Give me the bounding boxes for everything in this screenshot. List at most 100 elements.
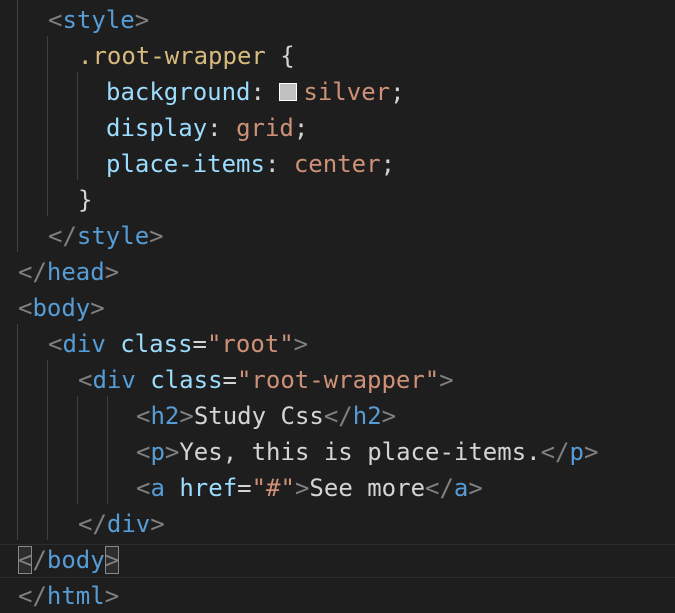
code-token: display	[106, 114, 208, 142]
code-line[interactable]: <style>	[48, 2, 149, 38]
code-token: {	[280, 42, 295, 70]
code-token: </	[323, 402, 353, 430]
code-token: <	[136, 438, 151, 466]
code-line[interactable]: <p>Yes, this is place-items.</p>	[136, 434, 598, 470]
indent-guide	[17, 324, 18, 540]
code-token: </	[78, 510, 107, 538]
code-token: >	[134, 6, 150, 34]
indent-guide	[77, 72, 78, 180]
code-token: div	[106, 510, 151, 538]
code-token: ;	[390, 78, 405, 106]
code-token: >	[149, 222, 164, 250]
code-token: =	[192, 330, 207, 358]
code-line[interactable]: <a href="#">See more</a>	[136, 470, 483, 506]
code-line[interactable]: display: grid;	[106, 110, 308, 146]
code-line[interactable]: }	[78, 182, 92, 218]
code-token: <	[48, 330, 63, 358]
code-token: silver	[303, 78, 391, 106]
code-token: href	[179, 474, 238, 502]
code-token: grid	[236, 114, 294, 142]
code-token: <	[78, 366, 93, 394]
code-line[interactable]: <div class="root">	[48, 326, 308, 362]
code-token: html	[46, 582, 105, 610]
code-token: class	[150, 366, 223, 394]
code-line[interactable]: </body>	[18, 542, 675, 578]
code-token: <	[136, 402, 151, 430]
code-token: >	[468, 474, 483, 502]
code-token: center	[293, 150, 381, 178]
code-token: h2	[352, 402, 382, 430]
code-token: head	[46, 258, 105, 286]
color-swatch-icon[interactable]	[279, 83, 298, 101]
code-token: >	[164, 438, 180, 466]
code-token: "root"	[206, 330, 294, 358]
code-token: >	[294, 474, 310, 502]
code-line[interactable]: place-items: center;	[106, 146, 395, 182]
code-token: place-items	[106, 150, 265, 178]
code-token: >	[90, 294, 105, 322]
indent-guide	[107, 396, 108, 504]
code-line[interactable]: .root-wrapper {	[78, 38, 295, 74]
code-line[interactable]: <div class="root-wrapper">	[78, 362, 454, 398]
code-token: >	[150, 510, 165, 538]
indent-guide	[47, 36, 48, 216]
code-token: </	[18, 582, 47, 610]
code-token: }	[78, 186, 93, 214]
code-line[interactable]: <body>	[18, 290, 105, 326]
code-token: div	[62, 330, 106, 358]
code-token: body	[46, 546, 105, 574]
code-token: :	[207, 114, 237, 142]
code-token: background	[106, 78, 251, 106]
code-token: =	[222, 366, 237, 394]
code-token: div	[92, 366, 136, 394]
code-token: body	[32, 294, 91, 322]
code-token: <	[18, 294, 33, 322]
code-line[interactable]: background: silver;	[106, 74, 405, 110]
code-token: ;	[380, 150, 396, 178]
code-line[interactable]: </style>	[48, 218, 164, 254]
code-token: .root-wrapper	[78, 42, 266, 70]
code-token: >	[381, 402, 397, 430]
code-token: :	[250, 78, 280, 106]
code-token: >	[293, 330, 309, 358]
code-token: style	[76, 222, 150, 250]
code-token: p	[150, 438, 165, 466]
code-token: "root-wrapper"	[236, 366, 440, 394]
code-editor[interactable]: <style> .root-wrapper {background: silver…	[0, 0, 675, 613]
code-token: ;	[293, 114, 309, 142]
code-token: <	[18, 546, 33, 574]
code-token: p	[569, 438, 584, 466]
code-token: <	[48, 6, 63, 34]
code-token: h2	[150, 402, 180, 430]
code-token: >	[104, 582, 120, 610]
code-token: a	[150, 474, 165, 502]
code-token: </	[48, 222, 77, 250]
code-line[interactable]: <h2>Study Css</h2>	[136, 398, 396, 434]
code-token: >	[104, 546, 120, 574]
code-token: Yes, this is place-items.	[179, 438, 541, 466]
code-token: /	[32, 546, 47, 574]
indent-guide	[17, 0, 18, 252]
code-token: </	[18, 258, 47, 286]
code-token: >	[583, 438, 599, 466]
code-token: >	[439, 366, 454, 394]
code-token: </	[425, 474, 454, 502]
code-token: style	[62, 6, 135, 34]
code-token: >	[104, 258, 120, 286]
code-token: <	[136, 474, 151, 502]
code-token: See more	[309, 474, 426, 502]
code-token: class	[120, 330, 193, 358]
code-token: =	[237, 474, 252, 502]
code-line[interactable]: </head>	[18, 254, 119, 290]
code-token: :	[264, 150, 294, 178]
code-line[interactable]: </html>	[18, 578, 119, 613]
code-token: >	[179, 402, 194, 430]
indent-guide	[47, 360, 48, 540]
code-token: Study Css	[193, 402, 324, 430]
code-token: a	[453, 474, 469, 502]
code-line[interactable]: </div>	[78, 506, 165, 542]
